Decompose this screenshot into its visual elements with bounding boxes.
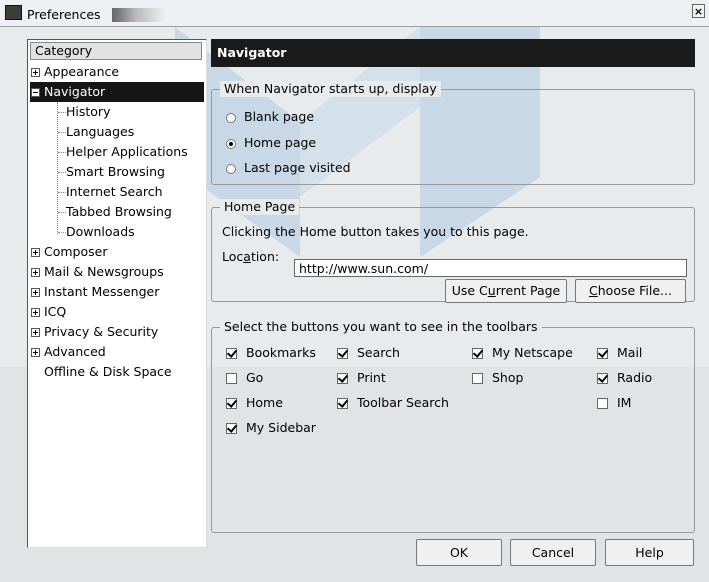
startup-group: When Navigator starts up, display Blank … xyxy=(211,81,695,185)
radio-home-page[interactable]: Home page xyxy=(226,132,316,154)
tree-item-navigator[interactable]: Navigator xyxy=(30,82,204,102)
checkbox-checked-icon[interactable] xyxy=(472,348,483,359)
title-bar-decoration xyxy=(112,8,166,22)
tree-item-smart-browsing[interactable]: Smart Browsing xyxy=(66,162,165,182)
tree-item-internet-search[interactable]: Internet Search xyxy=(66,182,163,202)
checkbox-checked-icon[interactable] xyxy=(226,348,237,359)
checkbox-search[interactable]: Search xyxy=(337,343,400,363)
checkbox-print[interactable]: Print xyxy=(337,368,386,388)
checkbox-my-netscape[interactable]: My Netscape xyxy=(472,343,573,363)
cancel-button[interactable]: Cancel xyxy=(510,539,596,566)
expand-icon[interactable] xyxy=(31,328,40,337)
panel-title: Navigator xyxy=(211,39,695,67)
title-bar: Preferences × xyxy=(0,0,709,27)
checkbox-radio[interactable]: Radio xyxy=(597,368,652,388)
radio-icon[interactable] xyxy=(226,163,236,174)
location-label: Location: xyxy=(222,249,280,264)
radio-selected-icon[interactable] xyxy=(226,138,236,149)
tree-connector xyxy=(58,212,66,213)
tree-item-privacy-security[interactable]: Privacy & Security xyxy=(31,322,158,342)
radio-blank-page[interactable]: Blank page xyxy=(226,106,314,128)
tree-connector xyxy=(58,112,66,113)
expand-icon[interactable] xyxy=(31,348,40,357)
location-input[interactable] xyxy=(294,259,687,277)
tree-item-languages[interactable]: Languages xyxy=(66,122,134,142)
checkbox-go[interactable]: Go xyxy=(226,368,263,388)
checkbox-checked-icon[interactable] xyxy=(337,373,348,384)
radio-last-page-visited[interactable]: Last page visited xyxy=(226,157,351,179)
checkbox-bookmarks[interactable]: Bookmarks xyxy=(226,343,316,363)
tree-connector xyxy=(57,102,59,234)
tree-item-instant-messenger[interactable]: Instant Messenger xyxy=(31,282,159,302)
tree-connector xyxy=(58,232,66,233)
window-title: Preferences xyxy=(27,7,101,22)
tree-item-offline-disk-space[interactable]: Offline & Disk Space xyxy=(44,362,172,382)
help-button[interactable]: Help xyxy=(605,539,694,566)
tree-connector xyxy=(58,172,66,173)
checkbox-shop[interactable]: Shop xyxy=(472,368,523,388)
tree-item-mail-newsgroups[interactable]: Mail & Newsgroups xyxy=(31,262,164,282)
checkbox-checked-icon[interactable] xyxy=(597,373,608,384)
toolbar-group-legend: Select the buttons you want to see in th… xyxy=(220,319,542,335)
tree-item-advanced[interactable]: Advanced xyxy=(31,342,106,362)
expand-icon[interactable] xyxy=(31,288,40,297)
tree-item-helper-applications[interactable]: Helper Applications xyxy=(66,142,188,162)
tree-item-tabbed-browsing[interactable]: Tabbed Browsing xyxy=(66,202,172,222)
checkbox-checked-icon[interactable] xyxy=(337,398,348,409)
collapse-icon[interactable] xyxy=(31,88,40,97)
ok-button[interactable]: OK xyxy=(416,539,502,566)
checkbox-home[interactable]: Home xyxy=(226,393,283,413)
checkbox-checked-icon[interactable] xyxy=(226,398,237,409)
category-header: Category xyxy=(30,42,202,60)
expand-icon[interactable] xyxy=(31,68,40,77)
tree-item-icq[interactable]: ICQ xyxy=(31,302,66,322)
expand-icon[interactable] xyxy=(31,248,40,257)
tree-connector xyxy=(58,132,66,133)
category-tree[interactable]: Category Appearance Navigator History La… xyxy=(27,39,207,548)
expand-icon[interactable] xyxy=(31,308,40,317)
tree-connector xyxy=(58,192,66,193)
checkbox-icon[interactable] xyxy=(597,398,608,409)
window-menu-button[interactable] xyxy=(5,5,22,20)
checkbox-checked-icon[interactable] xyxy=(597,348,608,359)
tree-item-composer[interactable]: Composer xyxy=(31,242,107,262)
tree-item-appearance[interactable]: Appearance xyxy=(31,62,119,82)
radio-icon[interactable] xyxy=(226,112,236,123)
checkbox-checked-icon[interactable] xyxy=(226,423,237,434)
home-page-group: Home Page Clicking the Home button takes… xyxy=(211,199,695,303)
preferences-dialog: Category Appearance Navigator History La… xyxy=(10,27,709,582)
checkbox-im[interactable]: IM xyxy=(597,393,631,413)
checkbox-checked-icon[interactable] xyxy=(337,348,348,359)
choose-file-button[interactable]: Choose File... xyxy=(575,279,686,303)
close-button[interactable]: × xyxy=(692,4,705,18)
tree-item-downloads[interactable]: Downloads xyxy=(66,222,135,242)
tree-item-history[interactable]: History xyxy=(66,102,110,122)
checkbox-toolbar-search[interactable]: Toolbar Search xyxy=(337,393,449,413)
checkbox-my-sidebar[interactable]: My Sidebar xyxy=(226,418,316,438)
checkbox-icon[interactable] xyxy=(226,373,237,384)
home-page-description: Clicking the Home button takes you to th… xyxy=(222,224,529,239)
home-page-group-legend: Home Page xyxy=(220,199,300,215)
use-current-page-button[interactable]: Use Current Page xyxy=(445,279,567,303)
toolbar-buttons-group: Select the buttons you want to see in th… xyxy=(211,319,695,533)
startup-group-legend: When Navigator starts up, display xyxy=(220,81,441,97)
tree-connector xyxy=(58,152,66,153)
expand-icon[interactable] xyxy=(31,268,40,277)
checkbox-icon[interactable] xyxy=(472,373,483,384)
checkbox-mail[interactable]: Mail xyxy=(597,343,642,363)
